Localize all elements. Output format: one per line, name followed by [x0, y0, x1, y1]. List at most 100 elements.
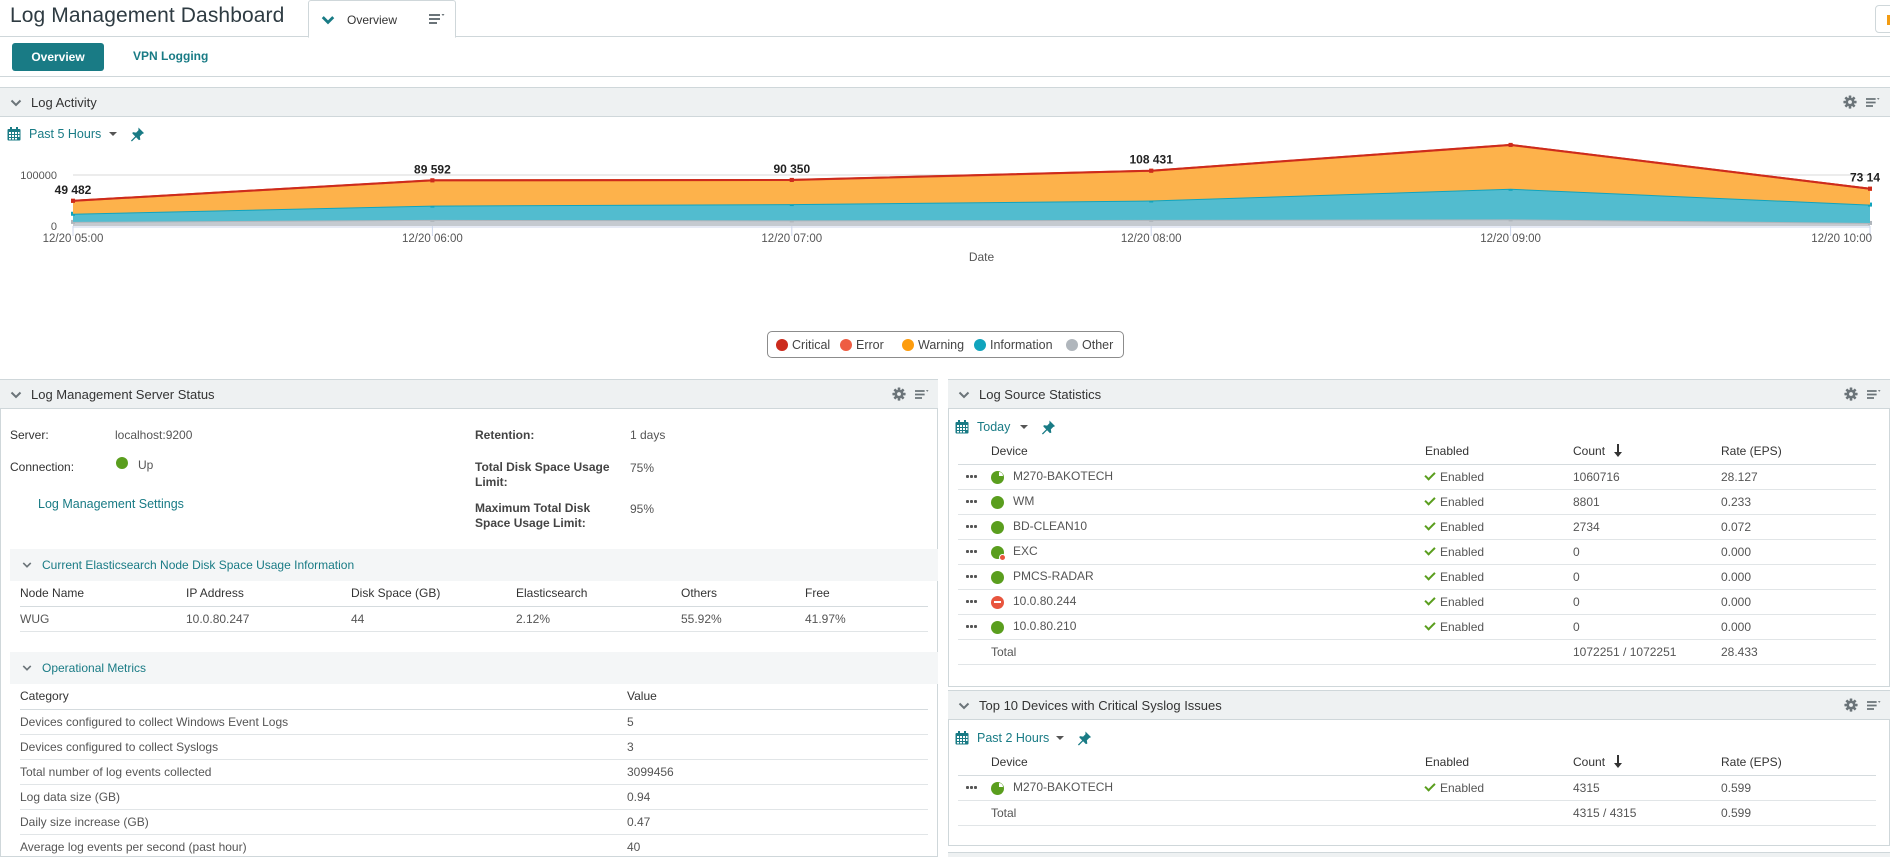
gear-icon[interactable] [1844, 387, 1858, 401]
more-actions-icon[interactable] [966, 786, 978, 790]
column-header[interactable]: Elasticsearch [516, 581, 681, 607]
device-row[interactable]: M270-BAKOTECH Enabled 4315 0.599 [958, 775, 1876, 801]
enabled-label: Enabled [1440, 494, 1485, 509]
pin-icon[interactable] [1041, 419, 1056, 435]
device-name-link[interactable]: BD-CLEAN10 [1013, 519, 1087, 533]
more-actions-icon[interactable] [966, 550, 978, 554]
device-name-link[interactable]: 10.0.80.244 [1013, 594, 1076, 608]
pin-icon[interactable] [1077, 730, 1092, 746]
menu-lines-icon[interactable] [1867, 700, 1881, 711]
column-header[interactable]: Device [991, 750, 1425, 776]
column-header[interactable]: Count [1573, 750, 1721, 776]
collapse-chevron-icon[interactable] [10, 389, 22, 401]
range-label[interactable]: Past 2 Hours [977, 731, 1049, 745]
more-actions-icon[interactable] [966, 625, 978, 629]
actions-column-header [958, 439, 991, 465]
enabled-cell: Enabled [1424, 564, 1573, 590]
enabled-cell: Enabled [1424, 539, 1573, 565]
column-header[interactable]: IP Address [186, 581, 351, 607]
point-critical[interactable] [71, 198, 75, 203]
collapse-chevron-icon[interactable] [22, 560, 32, 570]
subnav-overview-button[interactable]: Overview [12, 43, 104, 71]
column-header[interactable]: Value [627, 684, 928, 710]
more-actions-icon[interactable] [966, 500, 978, 504]
column-header[interactable]: Enabled [1425, 439, 1573, 465]
data-label: 73 14 [1850, 171, 1880, 185]
collapse-chevron-icon[interactable] [10, 97, 22, 109]
point-critical[interactable] [1868, 186, 1872, 191]
device-row[interactable]: WM Enabled 8801 0.233 [958, 489, 1876, 515]
more-actions-icon[interactable] [966, 475, 978, 479]
device-row[interactable]: M270-BAKOTECH Enabled 1060716 28.127 [958, 464, 1876, 490]
column-header[interactable]: Category [20, 684, 627, 710]
enabled-cell [1425, 800, 1573, 826]
point-critical[interactable] [430, 178, 435, 183]
column-header[interactable]: Count [1573, 439, 1721, 465]
x-tick-label: 12/20 08:00 [1121, 233, 1182, 245]
y-tick-label: 0 [51, 221, 57, 233]
device-row[interactable]: PMCS-RADAR Enabled 0 0.000 [958, 564, 1876, 590]
collapse-chevron-icon[interactable] [22, 663, 32, 673]
device-name-link[interactable]: M270-BAKOTECH [1013, 469, 1113, 483]
column-label: Device [991, 755, 1028, 770]
menu-lines-icon[interactable] [429, 13, 445, 25]
more-actions-icon[interactable] [966, 600, 978, 604]
gear-icon[interactable] [892, 387, 906, 401]
device-name-link[interactable]: WM [1013, 494, 1034, 508]
device-row[interactable]: EXC Enabled 0 0.000 [958, 539, 1876, 565]
chevron-down-icon[interactable] [321, 13, 335, 27]
log-source-range-picker[interactable]: Today [955, 419, 1075, 437]
column-header[interactable]: Others [681, 581, 805, 607]
sort-descending-icon[interactable] [1613, 444, 1623, 458]
device-name-link[interactable]: PMCS-RADAR [1013, 569, 1094, 583]
enabled-cell: Enabled [1424, 464, 1573, 490]
device-name-link[interactable]: M270-BAKOTECH [1013, 780, 1113, 794]
point-critical[interactable] [1149, 168, 1154, 173]
device-name-link[interactable]: 10.0.80.210 [1013, 619, 1076, 633]
device-row[interactable]: 10.0.80.244 Enabled 0 0.000 [958, 589, 1876, 615]
device-row[interactable]: 10.0.80.210 Enabled 0 0.000 [958, 614, 1876, 640]
menu-lines-icon[interactable] [1866, 97, 1880, 108]
subnav-vpn-logging-link[interactable]: VPN Logging [133, 49, 208, 63]
collapse-chevron-icon[interactable] [958, 700, 970, 712]
column-header[interactable]: Free [805, 581, 928, 607]
column-header[interactable]: Rate (EPS) [1721, 439, 1876, 465]
chart-view-button[interactable] [1875, 5, 1890, 33]
table-cell: 40 [627, 834, 928, 857]
dropdown-caret-icon[interactable] [1056, 736, 1064, 740]
rate-cell: 0.000 [1721, 614, 1876, 640]
operational-metrics-section-header[interactable]: Operational Metrics [10, 652, 938, 684]
point-critical[interactable] [789, 177, 794, 182]
device-name-link[interactable]: EXC [1013, 544, 1038, 558]
range-label[interactable]: Today [977, 420, 1010, 434]
tab-overview[interactable]: Overview [308, 0, 456, 38]
menu-lines-icon[interactable] [915, 389, 929, 400]
column-header[interactable]: Node Name [20, 581, 186, 607]
collapse-chevron-icon[interactable] [958, 389, 970, 401]
more-actions-icon[interactable] [966, 575, 978, 579]
sort-descending-icon[interactable] [1613, 755, 1623, 769]
column-header[interactable]: Rate (EPS) [1721, 750, 1876, 776]
node-disk-usage-section-header[interactable]: Current Elasticsearch Node Disk Space Us… [10, 549, 938, 581]
column-header[interactable]: Disk Space (GB) [351, 581, 516, 607]
sub-navigation: Overview VPN Logging [0, 38, 1890, 77]
column-header[interactable]: Enabled [1425, 750, 1573, 776]
enabled-cell: Enabled [1424, 489, 1573, 515]
critical-syslog-range-picker[interactable]: Past 2 Hours [955, 730, 1105, 748]
column-label: Device [991, 444, 1028, 459]
point-critical[interactable] [1508, 142, 1513, 147]
table-cell: Daily size increase (GB) [20, 809, 627, 835]
more-actions-icon[interactable] [966, 525, 978, 529]
legend-label: Critical [792, 338, 831, 352]
dropdown-caret-icon[interactable] [1020, 425, 1028, 429]
log-management-settings-link[interactable]: Log Management Settings [38, 497, 184, 511]
column-header[interactable]: Device [991, 439, 1425, 465]
enabled-cell: Enabled [1424, 589, 1573, 615]
table-row: Average log events per second (past hour… [20, 834, 928, 857]
gear-icon[interactable] [1844, 698, 1858, 712]
table-row: Devices configured to collect Windows Ev… [20, 709, 928, 735]
menu-lines-icon[interactable] [1867, 389, 1881, 400]
device-row[interactable]: BD-CLEAN10 Enabled 2734 0.072 [958, 514, 1876, 540]
legend-label: Information [990, 338, 1053, 352]
gear-icon[interactable] [1843, 95, 1857, 109]
